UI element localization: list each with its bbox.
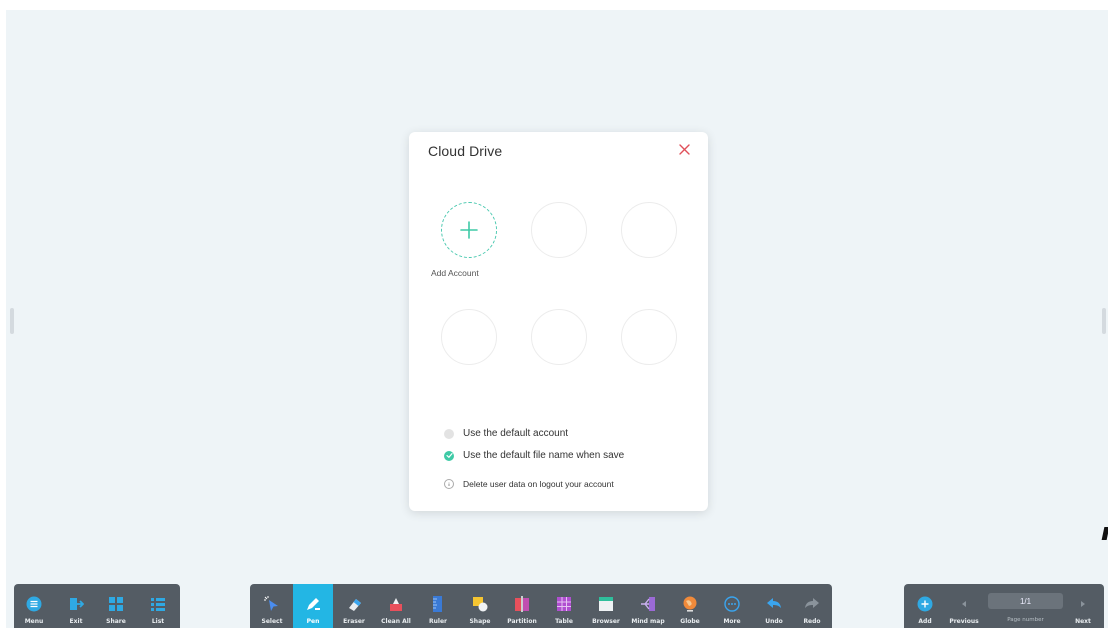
tool-label: Redo	[803, 618, 821, 625]
eraser-button[interactable]: Eraser	[336, 584, 372, 628]
share-button[interactable]: Share	[98, 584, 134, 628]
page-number-display[interactable]: 1/1	[988, 593, 1063, 609]
plus-icon	[460, 221, 478, 239]
tool-label: Pen	[306, 618, 320, 625]
redo-button[interactable]: Redo	[794, 584, 830, 628]
page-number-label: Page number	[1007, 617, 1044, 623]
more-button[interactable]: More	[714, 584, 750, 628]
redo-icon	[803, 595, 821, 613]
tool-label: Browser	[592, 618, 620, 625]
browser-icon	[597, 595, 615, 613]
tool-label: Previous	[949, 618, 979, 625]
main-toolbar: Select Pen Eraser Clean All Ruler Shape	[250, 584, 832, 628]
tool-label: Globe	[680, 618, 700, 625]
default-account-radio[interactable]	[444, 428, 454, 439]
tool-label: Undo	[765, 618, 783, 625]
list-icon	[149, 595, 167, 613]
clean-all-button[interactable]: Clean All	[378, 584, 414, 628]
tool-label: Table	[555, 618, 573, 625]
account-slot[interactable]	[441, 309, 497, 365]
mind-map-button[interactable]: Mind map	[630, 584, 666, 628]
partition-button[interactable]: Partition	[504, 584, 540, 628]
close-button[interactable]	[675, 140, 693, 158]
default-filename-option[interactable]: Use the default file name when save	[444, 450, 624, 461]
option-label: Use the default file name when save	[463, 450, 625, 461]
clean-all-icon	[387, 595, 405, 613]
option-label: Delete user data on logout your account	[463, 479, 614, 489]
tool-label: Partition	[507, 618, 537, 625]
account-slot[interactable]	[531, 309, 587, 365]
select-button[interactable]: Select	[254, 584, 290, 628]
right-side-handle[interactable]	[1102, 308, 1106, 334]
page-toolbar: Add Previous 1/1 Page number Next	[904, 584, 1104, 628]
tool-label: Shape	[469, 618, 491, 625]
mind-map-icon	[639, 595, 657, 613]
add-account-button[interactable]	[441, 202, 497, 258]
tool-label: Next	[1075, 618, 1091, 625]
browser-button[interactable]: Browser	[588, 584, 624, 628]
tool-label: Select	[261, 618, 283, 625]
cloud-drive-dialog: Cloud Drive Add Account Use the default …	[409, 132, 708, 511]
more-icon	[723, 595, 741, 613]
exit-button[interactable]: Exit	[58, 584, 94, 628]
next-page-button[interactable]: Next	[1065, 584, 1101, 628]
exit-icon	[67, 595, 85, 613]
select-icon	[263, 595, 281, 613]
tool-label: Add	[918, 618, 932, 625]
shape-button[interactable]: Shape	[462, 584, 498, 628]
tool-label: Exit	[69, 618, 83, 625]
account-slot[interactable]	[531, 202, 587, 258]
ruler-icon	[429, 595, 447, 613]
left-side-handle[interactable]	[10, 308, 14, 334]
arrow-right-icon	[1074, 595, 1092, 613]
arrow-left-icon	[955, 595, 973, 613]
menu-button[interactable]: Menu	[16, 584, 52, 628]
undo-icon	[765, 595, 783, 613]
table-icon	[555, 595, 573, 613]
add-page-button[interactable]: Add	[907, 584, 943, 628]
close-icon	[678, 143, 690, 155]
account-slot[interactable]	[621, 309, 677, 365]
tool-label: Menu	[24, 618, 44, 625]
delete-data-option[interactable]: Delete user data on logout your account	[444, 479, 614, 489]
tool-label: Mind map	[631, 618, 665, 625]
tool-label: Share	[106, 618, 126, 625]
menu-icon	[25, 595, 43, 613]
tool-label: List	[151, 618, 165, 625]
account-slot[interactable]	[621, 202, 677, 258]
tool-label: More	[723, 618, 741, 625]
tool-label: Eraser	[343, 618, 365, 625]
dialog-title: Cloud Drive	[428, 143, 503, 159]
undo-button[interactable]: Undo	[756, 584, 792, 628]
list-button[interactable]: List	[140, 584, 176, 628]
share-icon	[107, 595, 125, 613]
default-account-option[interactable]: Use the default account	[444, 428, 568, 439]
shape-icon	[471, 595, 489, 613]
pen-button[interactable]: Pen	[293, 584, 333, 628]
globe-button[interactable]: Globe	[672, 584, 708, 628]
left-toolbar: Menu Exit Share List	[14, 584, 180, 628]
checkmark-icon	[445, 453, 453, 459]
add-page-icon	[916, 595, 934, 613]
default-filename-radio[interactable]	[444, 450, 454, 461]
option-label: Use the default account	[463, 428, 569, 439]
partition-icon	[513, 595, 531, 613]
previous-page-button[interactable]: Previous	[946, 584, 982, 628]
globe-icon	[681, 595, 699, 613]
tool-label: Ruler	[429, 618, 447, 625]
ruler-button[interactable]: Ruler	[420, 584, 456, 628]
pen-icon	[304, 595, 322, 613]
add-account-label: Add Account	[431, 268, 479, 278]
table-button[interactable]: Table	[546, 584, 582, 628]
info-icon	[444, 479, 454, 489]
tool-label: Clean All	[381, 618, 411, 625]
eraser-icon	[345, 595, 363, 613]
